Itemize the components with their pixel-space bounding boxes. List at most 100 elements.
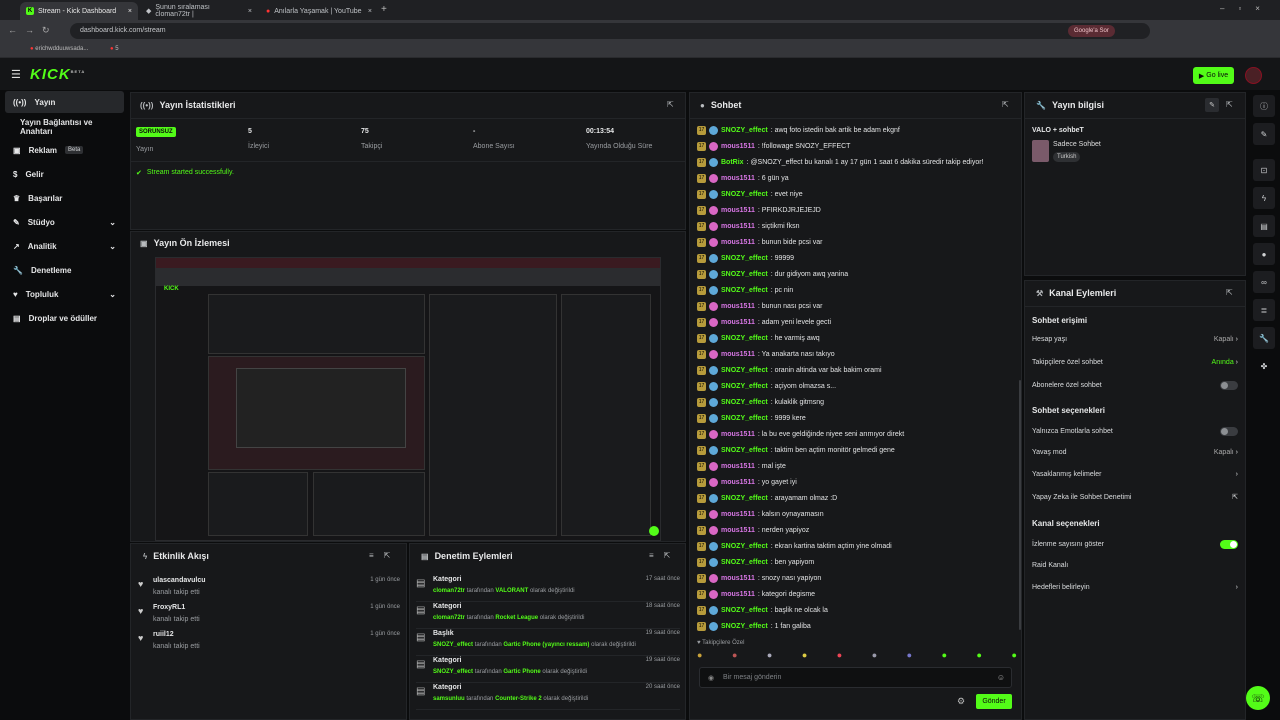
- chat-username[interactable]: SNOZY_effect: [721, 367, 768, 374]
- chat-username[interactable]: SNOZY_effect: [721, 127, 768, 134]
- chat-username[interactable]: mous1511: [721, 239, 755, 246]
- emote-only-row[interactable]: Yalnızca Emotlarla sohbet: [1032, 427, 1238, 436]
- followers-only-row[interactable]: Takipçilere özel sohbet Anında ›: [1032, 359, 1238, 366]
- emote-icon[interactable]: ●: [732, 650, 737, 664]
- browser-tab-2[interactable]: ◆ Şunun sıralaması cloman72tr | ×: [140, 2, 258, 20]
- bookmark-2[interactable]: ● 5: [110, 46, 119, 52]
- emoji-icon[interactable]: ☺: [997, 673, 1005, 682]
- sidebar-item-topluluk[interactable]: ♥ Topluluk ⌄: [5, 283, 124, 305]
- emote-only-toggle[interactable]: [1220, 427, 1238, 436]
- chat-username[interactable]: SNOZY_effect: [721, 383, 768, 390]
- support-chat-icon[interactable]: ☏: [1246, 686, 1270, 710]
- window-controls[interactable]: –▫×: [1220, 4, 1274, 13]
- close-tab-icon[interactable]: ×: [248, 8, 252, 15]
- close-tab-icon[interactable]: ×: [368, 8, 372, 15]
- google-ask-button[interactable]: Google'a Sor: [1068, 25, 1115, 37]
- emote-icon[interactable]: ●: [802, 650, 807, 664]
- link-icon[interactable]: ∞: [1253, 271, 1275, 293]
- chat-username[interactable]: SNOZY_effect: [721, 287, 768, 294]
- chat-username[interactable]: SNOZY_effect: [721, 415, 768, 422]
- chat-username[interactable]: mous1511: [721, 319, 755, 326]
- document-icon[interactable]: ▤: [1253, 215, 1275, 237]
- sidebar-item-denetleme[interactable]: 🔧 Denetleme: [5, 259, 124, 281]
- chat-username[interactable]: mous1511: [721, 463, 755, 470]
- chat-username[interactable]: mous1511: [721, 303, 755, 310]
- sidebar-item-basarilar[interactable]: ♛ Başarılar: [5, 187, 124, 209]
- show-viewers-toggle[interactable]: [1220, 540, 1238, 549]
- subs-only-toggle[interactable]: [1220, 381, 1238, 390]
- chat-scrollbar[interactable]: [1019, 380, 1021, 630]
- sidebar-item-yayin[interactable]: ((•)) Yayın: [5, 91, 124, 113]
- chat-username[interactable]: mous1511: [721, 207, 755, 214]
- chat-username[interactable]: mous1511: [721, 175, 755, 182]
- raid-channel-row[interactable]: Raid Kanalı: [1032, 562, 1238, 569]
- chat-input[interactable]: ◉ Bir mesaj gönderin ☺: [699, 667, 1012, 688]
- chat-username[interactable]: SNOZY_effect: [721, 191, 768, 198]
- avatar[interactable]: [1245, 67, 1262, 84]
- chat-username[interactable]: mous1511: [721, 527, 755, 534]
- bookmark-1[interactable]: ● erichwdduuwsada...: [30, 46, 88, 52]
- browser-tab-youtube[interactable]: ● Anılarla Yaşamak | YouTube ×: [260, 2, 378, 20]
- chat-username[interactable]: BotRix: [721, 159, 744, 166]
- set-goals-row[interactable]: Hedefleri belirleyin ›: [1032, 584, 1238, 591]
- chat-username[interactable]: SNOZY_effect: [721, 399, 768, 406]
- chat-username[interactable]: SNOZY_effect: [721, 447, 768, 454]
- sidebar-item-gelir[interactable]: $ Gelir: [5, 163, 124, 185]
- emote-icon[interactable]: ●: [907, 650, 912, 664]
- chat-username[interactable]: SNOZY_effect: [721, 607, 768, 614]
- close-tab-icon[interactable]: ×: [128, 8, 132, 15]
- lightning-icon[interactable]: ϟ: [1253, 187, 1275, 209]
- banned-words-row[interactable]: Yasaklanmış kelimeler ›: [1032, 471, 1238, 478]
- chat-username[interactable]: mous1511: [721, 223, 755, 230]
- info-icon[interactable]: ⓘ: [1253, 95, 1275, 117]
- emote-icon[interactable]: ●: [1011, 650, 1016, 664]
- edit-pencil-icon[interactable]: ✎: [1205, 98, 1219, 112]
- popout-icon[interactable]: ⇱: [1226, 288, 1233, 297]
- sidebar-item-reklam[interactable]: ▣ Reklam Beta: [5, 139, 124, 161]
- sidebar-item-stream-key[interactable]: Yayın Bağlantısı ve Anahtarı: [5, 116, 124, 138]
- ai-moderation-row[interactable]: Yapay Zeka ile Sohbet Denetimi ⇱: [1032, 493, 1238, 502]
- new-tab-icon[interactable]: +: [381, 4, 387, 15]
- account-age-row[interactable]: Hesap yaşı Kapalı ›: [1032, 336, 1238, 343]
- puzzle-icon[interactable]: ✤: [1253, 355, 1275, 377]
- filter-popout-icons[interactable]: ≡⇱: [369, 551, 400, 560]
- kick-logo[interactable]: KICKBETA: [30, 66, 85, 83]
- chat-username[interactable]: SNOZY_effect: [721, 495, 768, 502]
- chat-username[interactable]: mous1511: [721, 511, 755, 518]
- url-input[interactable]: dashboard.kick.com/stream: [70, 23, 1150, 39]
- emote-icon[interactable]: ●: [767, 650, 772, 664]
- pencil-icon[interactable]: ✎: [1253, 123, 1275, 145]
- chat-username[interactable]: SNOZY_effect: [721, 623, 768, 630]
- chat-username[interactable]: SNOZY_effect: [721, 255, 768, 262]
- emote-icon[interactable]: ●: [837, 650, 842, 664]
- filter-popout-icons[interactable]: ≡⇱: [649, 551, 680, 560]
- popout-icon[interactable]: ⇱: [1226, 100, 1233, 109]
- chat-username[interactable]: SNOZY_effect: [721, 559, 768, 566]
- chat-username[interactable]: mous1511: [721, 591, 755, 598]
- stream-preview-video[interactable]: KICK: [155, 257, 661, 541]
- hamburger-menu-icon[interactable]: ☰: [11, 68, 21, 81]
- browser-tab-kick[interactable]: K Stream - Kick Dashboard ×: [20, 2, 138, 20]
- emote-icon[interactable]: ●: [977, 650, 982, 664]
- nav-buttons-icon[interactable]: ←→↻: [8, 25, 58, 36]
- go-live-button[interactable]: ▶ Go live: [1193, 67, 1234, 84]
- chat-username[interactable]: mous1511: [721, 431, 755, 438]
- chat-username[interactable]: mous1511: [721, 351, 755, 358]
- chat-username[interactable]: mous1511: [721, 575, 755, 582]
- sidebar-item-studyo[interactable]: ✎ Stüdyo ⌄: [5, 211, 124, 233]
- subscribers-only-row[interactable]: Abonelere özel sohbet: [1032, 381, 1238, 390]
- list-icon[interactable]: ≣: [1253, 299, 1275, 321]
- show-viewers-row[interactable]: İzlenme sayısını göster: [1032, 540, 1238, 549]
- sidebar-item-analitik[interactable]: ↗ Analitik ⌄: [5, 235, 124, 257]
- emote-icon[interactable]: ●: [697, 650, 702, 664]
- popout-icon[interactable]: ⇱: [1002, 100, 1009, 109]
- settings-gear-icon[interactable]: ⚙: [957, 696, 965, 707]
- chat-username[interactable]: SNOZY_effect: [721, 335, 768, 342]
- slow-mode-row[interactable]: Yavaş mod Kapalı ›: [1032, 449, 1238, 456]
- chat-username[interactable]: SNOZY_effect: [721, 543, 768, 550]
- scene-icon[interactable]: ⊡: [1253, 159, 1275, 181]
- chat-username[interactable]: SNOZY_effect: [721, 271, 768, 278]
- sidebar-item-droplar[interactable]: ▤ Droplar ve ödüller: [5, 307, 124, 329]
- chat-username[interactable]: mous1511: [721, 479, 755, 486]
- wrench-icon[interactable]: 🔧: [1253, 327, 1275, 349]
